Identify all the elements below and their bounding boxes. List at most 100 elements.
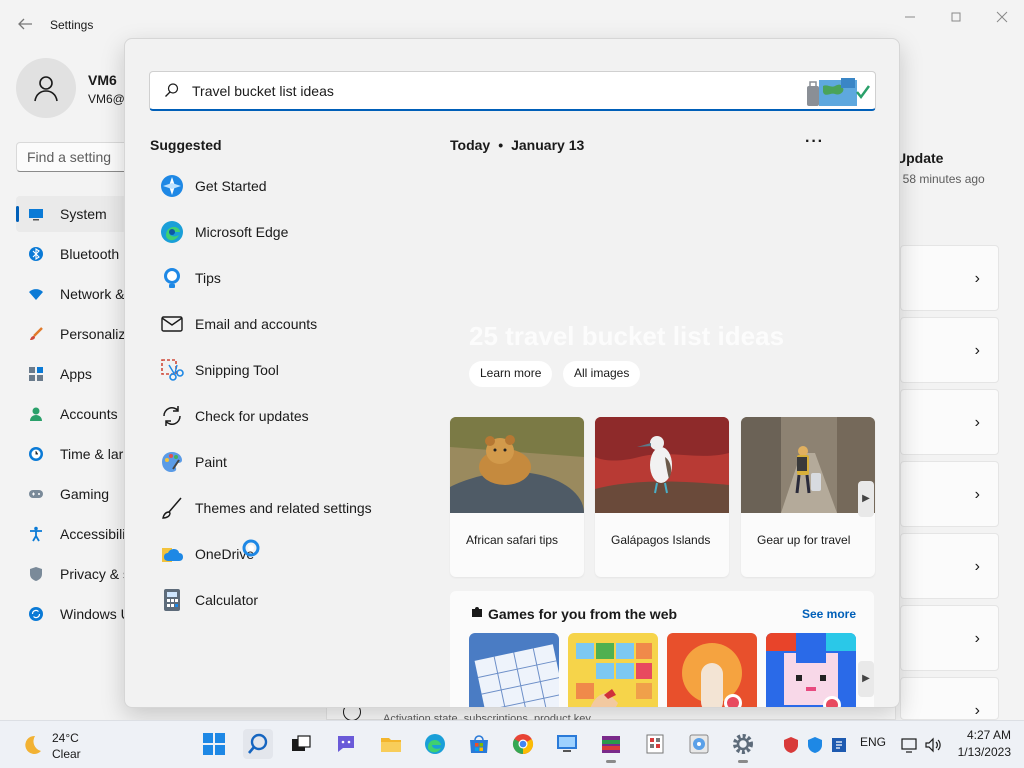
suggested-heading: Suggested (150, 137, 222, 153)
find-setting-input[interactable]: Find a setting (16, 142, 136, 172)
avatar[interactable] (16, 58, 76, 118)
maximize-icon[interactable] (946, 8, 966, 26)
settings-card[interactable]: › (900, 677, 999, 720)
store-button[interactable] (464, 729, 494, 759)
settings-card[interactable]: › (900, 389, 999, 455)
chevron-right-icon: › (974, 342, 980, 359)
suggested-item[interactable]: Tips (149, 258, 409, 298)
update-last-checked: : 58 minutes ago (896, 172, 985, 186)
sidebar-item-accounts[interactable]: Accounts (16, 396, 136, 432)
chevron-right-icon: › (974, 558, 980, 575)
moon-icon (25, 735, 41, 754)
hero-title[interactable]: 25 travel bucket list ideas (469, 321, 784, 352)
today-label: Today (450, 137, 491, 153)
image-card-galapagos[interactable]: Galápagos Islands (595, 417, 729, 577)
chrome-button[interactable] (508, 729, 538, 759)
blocks-game-icon[interactable] (568, 633, 658, 708)
suggested-item[interactable]: Check for updates (149, 396, 409, 436)
archive-icon (602, 736, 620, 753)
clock[interactable]: 4:27 AM 1/13/2023 (955, 727, 1011, 761)
sidebar-item-gaming[interactable]: Gaming (16, 476, 136, 512)
running-indicator (606, 760, 616, 763)
file-explorer-button[interactable] (376, 729, 406, 759)
sudoku-game-icon[interactable] (469, 633, 559, 708)
bluetooth-icon (29, 247, 43, 261)
sidebar-item-system[interactable]: System (16, 196, 136, 232)
task-view-icon (292, 735, 311, 751)
settings-card[interactable]: › (900, 605, 999, 671)
puzzle-icon (472, 607, 482, 617)
sidebar-item-personalization[interactable]: Personaliz (16, 316, 136, 352)
user-email: VM6@ (88, 92, 125, 106)
more-options-icon[interactable]: ··· (805, 133, 824, 151)
sidebar-item-network[interactable]: Network & (16, 276, 136, 312)
app-tray-icon[interactable] (830, 736, 848, 754)
edge-taskbar-button[interactable] (420, 729, 450, 759)
language-indicator[interactable]: ENG (860, 735, 886, 749)
image-card-african-safari[interactable]: African safari tips (450, 417, 584, 577)
system-icon (29, 209, 43, 221)
image-card-gear-up[interactable]: Gear up for travel (741, 417, 875, 577)
settings-card[interactable]: › (900, 317, 999, 383)
today-date: January 13 (511, 137, 585, 153)
security-tray-icon[interactable] (806, 736, 824, 754)
sidebar-item-label: System (60, 206, 107, 222)
suggested-item-label: Snipping Tool (195, 362, 279, 378)
taskbar-search-button[interactable] (243, 729, 273, 759)
suggested-item[interactable]: Snipping Tool (149, 350, 409, 390)
weather-temp: 24°C (52, 731, 79, 745)
sidebar-item-bluetooth[interactable]: Bluetooth (16, 236, 136, 272)
suggested-item[interactable]: Themes and related settings (149, 488, 409, 528)
suggested-item[interactable]: Paint (149, 442, 409, 482)
antivirus-tray-icon[interactable] (782, 736, 800, 754)
pixel-cat-game-icon[interactable] (766, 633, 856, 708)
suggested-item[interactable]: Calculator (149, 580, 409, 620)
weather-condition: Clear (52, 747, 81, 761)
close-icon[interactable] (992, 8, 1012, 26)
sidebar-item-privacy[interactable]: Privacy & s (16, 556, 136, 592)
disk-app-button[interactable] (684, 729, 714, 759)
games-next-icon[interactable]: ▶ (858, 661, 874, 697)
remote-desktop-button[interactable] (552, 729, 582, 759)
sidebar-item-apps[interactable]: Apps (16, 356, 136, 392)
network-icon[interactable] (900, 736, 918, 754)
sidebar-item-windows-update[interactable]: Windows U (16, 596, 136, 632)
all-images-button[interactable]: All images (563, 361, 641, 387)
task-view-button[interactable] (286, 729, 316, 759)
search-icon (248, 733, 268, 754)
brush-icon (162, 497, 182, 519)
settings-card[interactable]: › (900, 533, 999, 599)
settings-taskbar-button[interactable] (728, 729, 758, 763)
weather-widget[interactable]: 24°C Clear (20, 729, 120, 761)
sidebar-item-time-language[interactable]: Time & lar (16, 436, 136, 472)
suggested-item[interactable]: Email and accounts (149, 304, 409, 344)
minimize-icon[interactable] (900, 8, 920, 26)
suggested-item[interactable]: OneDrive (149, 534, 409, 574)
start-button[interactable] (199, 729, 229, 759)
chevron-right-icon: › (974, 486, 980, 503)
search-input[interactable]: Travel bucket list ideas (149, 71, 876, 111)
suggested-item-label: Get Started (195, 178, 267, 194)
tips-icon (164, 268, 180, 288)
app-button[interactable] (640, 729, 670, 759)
chat-button[interactable] (331, 729, 361, 759)
busy-cursor-icon (242, 539, 260, 557)
sidebar-item-label: Accessibili (60, 526, 126, 542)
learn-more-button[interactable]: Learn more (469, 361, 553, 387)
back-arrow-icon[interactable] (16, 16, 34, 32)
suggested-item[interactable]: Microsoft Edge (149, 212, 409, 252)
chrome-icon (512, 734, 534, 755)
mail-icon (161, 316, 183, 332)
carousel-next-icon[interactable]: ▶ (858, 481, 874, 517)
pinball-game-icon[interactable] (667, 633, 757, 708)
see-more-link[interactable]: See more (802, 607, 856, 621)
update-icon (29, 607, 43, 621)
shield-icon (30, 567, 42, 581)
suggested-item[interactable]: Get Started (149, 166, 409, 206)
volume-icon[interactable] (924, 736, 942, 754)
winrar-button[interactable] (596, 729, 626, 763)
sidebar-item-accessibility[interactable]: Accessibili (16, 516, 136, 552)
settings-card[interactable]: › (900, 461, 999, 527)
calculator-icon (164, 589, 180, 611)
settings-card[interactable]: › (900, 245, 999, 311)
